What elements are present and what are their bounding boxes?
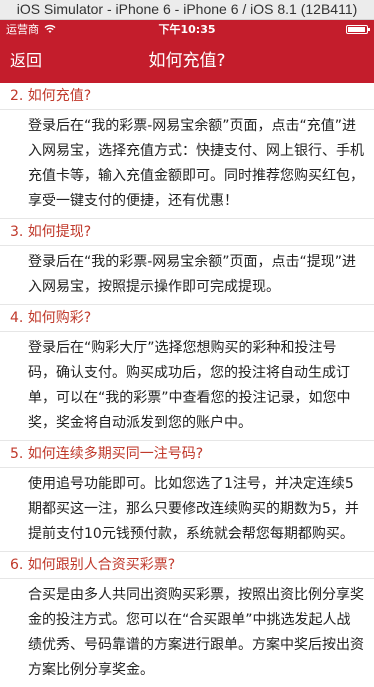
page-title: 如何充值? (148, 51, 226, 71)
faq-item: 3. 如何提现? 登录后在“我的彩票-网易宝余额”页面，点击“提现”进入网易宝，… (0, 219, 374, 305)
faq-question: 5. 如何连续多期买同一注号码? (10, 446, 204, 462)
faq-item: 5. 如何连续多期买同一注号码? 使用追号功能即可。比如您选了1注号，并决定连续… (0, 441, 374, 552)
faq-item: 4. 如何购彩? 登录后在“购彩大厅”选择您想购买的彩种和投注号码，确认支付。购… (0, 305, 374, 441)
status-bar: 运营商 下午10:35 (0, 20, 374, 39)
faq-item: 2. 如何充值? 登录后在“我的彩票-网易宝余额”页面，点击“充值”进入网易宝，… (0, 83, 374, 219)
battery-icon (346, 25, 370, 34)
faq-question: 6. 如何跟别人合资买彩票? (10, 557, 176, 573)
simulator-title: iOS Simulator - iPhone 6 - iPhone 6 / iO… (16, 1, 358, 17)
faq-question: 4. 如何购彩? (10, 310, 92, 326)
faq-item: 6. 如何跟别人合资买彩票? 合买是由多人共同出资购买彩票，按照出资比例分享奖金… (0, 552, 374, 687)
faq-answer: 使用追号功能即可。比如您选了1注号，并决定连续5期都买这一注，那么只要修改连续购… (0, 467, 374, 552)
simulator-title-bar: iOS Simulator - iPhone 6 - iPhone 6 / iO… (0, 0, 374, 20)
faq-answer: 合买是由多人共同出资购买彩票，按照出资比例分享奖金的投注方式。您可以在“合买跟单… (0, 578, 374, 687)
faq-answer: 登录后在“我的彩票-网易宝余额”页面，点击“提现”进入网易宝，按照提示操作即可完… (0, 245, 374, 305)
faq-answer: 登录后在“我的彩票-网易宝余额”页面，点击“充值”进入网易宝，选择充值方式：快捷… (0, 109, 374, 219)
faq-content[interactable]: 2. 如何充值? 登录后在“我的彩票-网易宝余额”页面，点击“充值”进入网易宝，… (0, 83, 374, 687)
navigation-bar: 返回 如何充值? (0, 39, 374, 83)
faq-answer: 登录后在“购彩大厅”选择您想购买的彩种和投注号码，确认支付。购买成功后，您的投注… (0, 331, 374, 441)
status-time: 下午10:35 (158, 23, 216, 36)
faq-question: 3. 如何提现? (10, 224, 92, 240)
faq-question: 2. 如何充值? (10, 88, 92, 104)
